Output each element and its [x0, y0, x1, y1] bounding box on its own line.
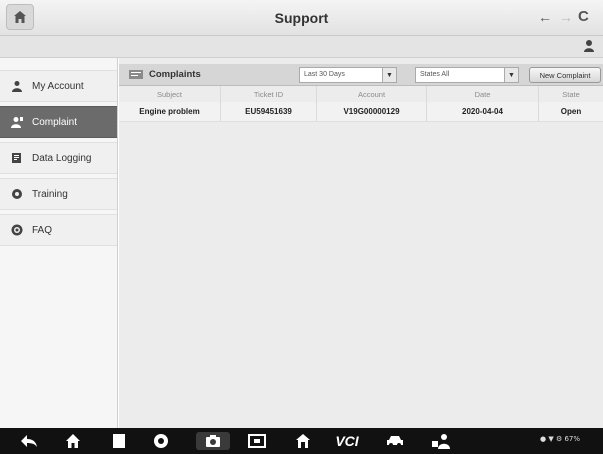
browser-icon[interactable]	[150, 432, 172, 450]
state-select-value: States All	[420, 71, 450, 78]
column-header[interactable]: Subject	[119, 86, 221, 102]
cell-date: 2020-04-04	[427, 102, 539, 121]
chevron-down-icon: ▼	[504, 68, 518, 82]
home-icon[interactable]	[62, 432, 84, 450]
sidebar-item-faq[interactable]: FAQ	[0, 214, 117, 246]
user-icon[interactable]	[583, 39, 595, 53]
cell-account: V19G00000129	[317, 102, 427, 121]
sidebar-item-training[interactable]: Training	[0, 178, 117, 210]
back-icon[interactable]	[18, 432, 40, 450]
chevron-down-icon: ▼	[382, 68, 396, 82]
column-header[interactable]: Account	[317, 86, 427, 102]
state-select[interactable]: States All ▼	[415, 67, 519, 83]
vci-icon[interactable]: VCI	[330, 432, 364, 450]
system-navigation-bar: VCI ● ▼ ⚙ 67%	[0, 428, 603, 454]
table-header: Subject Ticket ID Account Date State	[119, 86, 603, 102]
camera-icon[interactable]	[196, 432, 230, 450]
battery-level: 67%	[564, 435, 581, 443]
page-title: Support	[274, 10, 329, 26]
sidebar-item-label: Data Logging	[32, 152, 92, 164]
cell-subject: Engine problem	[119, 102, 221, 121]
sidebar-item-label: Training	[32, 188, 68, 200]
sidebar-item-complaint[interactable]: Complaint	[0, 106, 117, 138]
training-icon	[10, 187, 24, 201]
faq-icon	[10, 223, 24, 237]
user-icon	[10, 79, 24, 93]
sidebar-item-data-logging[interactable]: Data Logging	[0, 142, 117, 174]
title-bar: Support ← → C	[0, 0, 603, 36]
screen-record-icon[interactable]	[246, 432, 268, 450]
sidebar-item-label: My Account	[32, 80, 84, 92]
main-panel: Complaints Last 30 Days ▼ States All ▼ N…	[119, 58, 603, 428]
autel-home-icon[interactable]	[292, 432, 314, 450]
new-complaint-button[interactable]: New Complaint	[529, 67, 601, 83]
complaint-icon	[10, 115, 24, 129]
cell-ticket-id: EU59451639	[221, 102, 317, 121]
recent-apps-icon[interactable]	[108, 432, 130, 450]
arrow-left-icon[interactable]: ←	[538, 9, 552, 25]
sidebar-item-label: FAQ	[32, 224, 53, 236]
cell-state: Open	[560, 107, 582, 116]
column-header[interactable]: Ticket ID	[221, 86, 317, 102]
sidebar: My Account Complaint Data Logging Traini…	[0, 58, 118, 428]
arrow-right-icon[interactable]: →	[559, 9, 573, 25]
complaints-toolbar: Complaints Last 30 Days ▼ States All ▼ N…	[119, 64, 603, 86]
complaints-icon	[129, 70, 143, 79]
column-header[interactable]: State	[539, 86, 603, 102]
period-select-value: Last 30 Days	[304, 71, 345, 78]
sidebar-item-label: Complaint	[32, 116, 78, 128]
sidebar-item-my-account[interactable]: My Account	[0, 70, 117, 102]
period-select[interactable]: Last 30 Days ▼	[299, 67, 397, 83]
refresh-button[interactable]: C	[578, 8, 589, 25]
battery-icon: ● ▼ ⚙	[540, 435, 563, 443]
data-logging-icon	[10, 151, 24, 165]
table-row[interactable]: Engine problem EU59451639 V19G00000129 2…	[119, 102, 603, 122]
status-area: ● ▼ ⚙ 67%	[540, 435, 580, 443]
sub-toolbar	[0, 36, 603, 58]
column-header[interactable]: Date	[427, 86, 539, 102]
car-icon[interactable]	[384, 432, 406, 450]
complaints-title: Complaints	[149, 69, 201, 80]
remote-icon[interactable]	[430, 432, 452, 450]
